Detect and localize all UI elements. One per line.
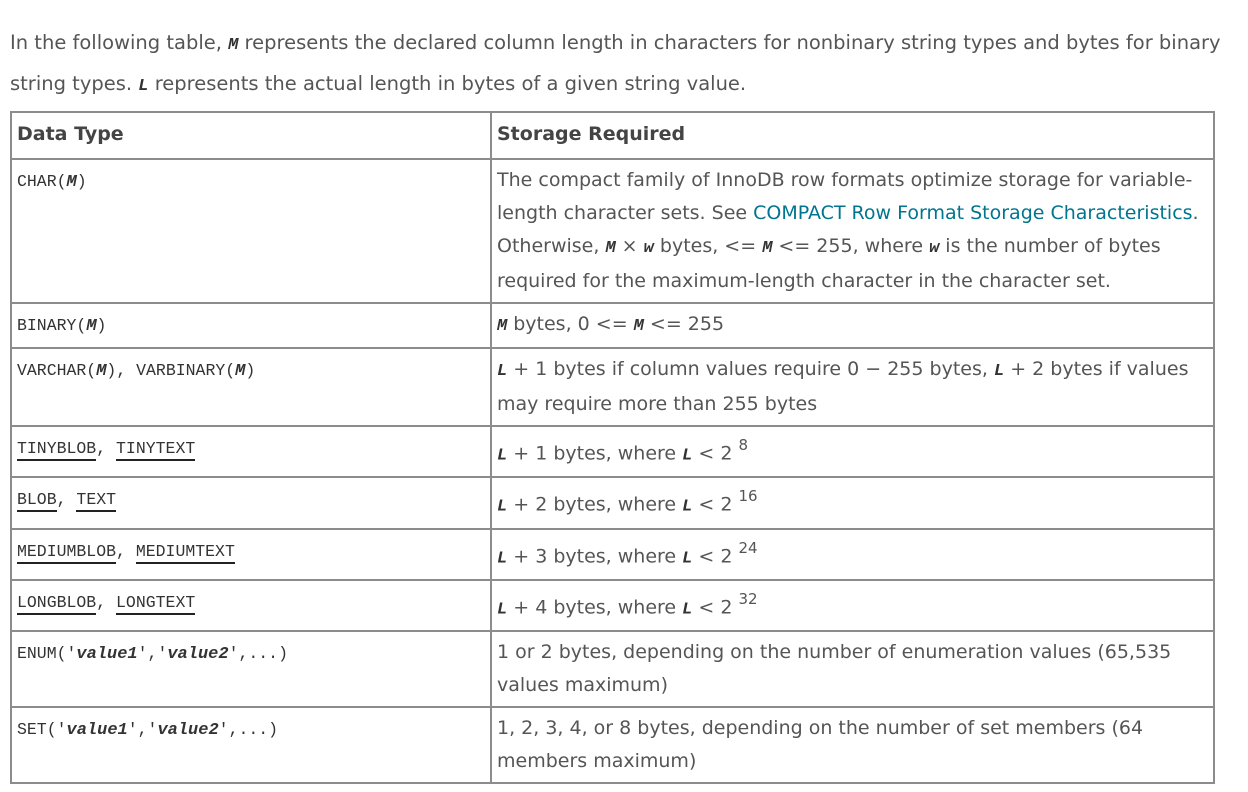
- data-type-cell: CHAR(M): [10, 158, 492, 304]
- header-storage-required: Storage Required: [490, 111, 1215, 160]
- intro-text-1: In the following table,: [10, 30, 229, 54]
- type-code: CHAR(M): [17, 172, 87, 192]
- var-value1: value1: [66, 721, 128, 741]
- type-code: BINARY(M): [17, 316, 107, 336]
- var-m: M: [235, 362, 246, 381]
- separator: ,: [96, 439, 117, 458]
- type-code: SET('value1','value2',...): [17, 720, 279, 741]
- table-row-char: CHAR(M) The compact family of InnoDB row…: [10, 158, 1215, 304]
- exponent: 8: [738, 436, 749, 454]
- table-row-tiny: TINYBLOB, TINYTEXT L + 1 bytes, where L …: [10, 424, 1215, 479]
- intro-text-3: represents the actual length in bytes of…: [148, 71, 747, 95]
- var-l: L: [497, 362, 508, 381]
- intro-paragraph: In the following table, M represents the…: [10, 24, 1230, 106]
- var-m: M: [633, 317, 644, 336]
- storage-requirements-table: Data Type Storage Required CHAR(M) The c…: [10, 111, 1215, 785]
- longtext-link[interactable]: LONGTEXT: [116, 592, 196, 615]
- var-l: L: [682, 497, 693, 517]
- data-type-cell: ENUM('value1','value2',...): [10, 630, 492, 709]
- storage-cell: 1, 2, 3, 4, or 8 bytes, depending on the…: [490, 706, 1215, 785]
- var-m: M: [605, 239, 616, 258]
- compact-row-format-link[interactable]: COMPACT Row Format Storage Characteristi…: [753, 202, 1192, 224]
- table-row-medium: MEDIUMBLOB, MEDIUMTEXT L + 3 bytes, wher…: [10, 527, 1215, 581]
- var-m: M: [66, 173, 77, 192]
- exponent: 32: [738, 589, 758, 608]
- storage-cell: The compact family of InnoDB row formats…: [490, 158, 1215, 304]
- data-type-cell: SET('value1','value2',...): [10, 706, 492, 785]
- separator: ,: [116, 541, 136, 561]
- storage-cell: L + 3 bytes, where L < 2 24: [490, 527, 1215, 581]
- var-l: L: [682, 446, 693, 466]
- var-l: L: [682, 548, 693, 568]
- table-row-varchar: VARCHAR(M), VARBINARY(M) L + 1 bytes if …: [10, 347, 1215, 427]
- var-w: w: [929, 239, 940, 258]
- separator: ,: [56, 490, 77, 510]
- var-l: L: [497, 497, 508, 517]
- var-l: L: [497, 600, 508, 620]
- storage-cell: L + 2 bytes, where L < 2 16: [490, 476, 1215, 530]
- blob-link[interactable]: BLOB: [17, 490, 57, 513]
- mediumtext-link[interactable]: MEDIUMTEXT: [135, 541, 235, 564]
- tinyblob-link[interactable]: TINYBLOB: [17, 439, 97, 461]
- text-link[interactable]: TEXT: [76, 490, 117, 513]
- table-header-row: Data Type Storage Required: [10, 111, 1215, 160]
- var-value2: value2: [167, 645, 229, 665]
- exponent: 16: [738, 487, 758, 506]
- type-code: VARCHAR(M), VARBINARY(M): [17, 361, 256, 381]
- var-m: M: [96, 362, 107, 381]
- table-row-set: SET('value1','value2',...) 1, 2, 3, 4, o…: [10, 706, 1215, 785]
- storage-cell: L + 1 bytes if column values require 0 −…: [490, 347, 1215, 427]
- data-type-cell: VARCHAR(M), VARBINARY(M): [10, 347, 492, 427]
- table-row-enum: ENUM('value1','value2',...) 1 or 2 bytes…: [10, 630, 1215, 709]
- data-type-cell: MEDIUMBLOB, MEDIUMTEXT: [10, 527, 492, 581]
- header-data-type: Data Type: [10, 111, 492, 160]
- table-row-blob: BLOB, TEXT L + 2 bytes, where L < 2 16: [10, 476, 1215, 530]
- var-value2: value2: [157, 721, 219, 741]
- var-value1: value1: [76, 645, 138, 665]
- tinytext-link[interactable]: TINYTEXT: [116, 439, 196, 461]
- storage-cell: 1 or 2 bytes, depending on the number of…: [490, 630, 1215, 709]
- var-w: w: [643, 239, 654, 258]
- longblob-link[interactable]: LONGBLOB: [17, 592, 97, 615]
- separator: ,: [96, 592, 117, 612]
- var-l: L: [682, 600, 693, 620]
- type-code: ENUM('value1','value2',...): [17, 644, 288, 665]
- var-m: M: [497, 317, 508, 336]
- table-row-long: LONGBLOB, LONGTEXT L + 4 bytes, where L …: [10, 578, 1215, 633]
- var-m: M: [762, 239, 773, 258]
- data-type-cell: BINARY(M): [10, 302, 492, 349]
- table-row-binary: BINARY(M) M bytes, 0 <= M <= 255: [10, 302, 1215, 349]
- data-type-cell: TINYBLOB, TINYTEXT: [10, 424, 492, 479]
- var-m: M: [228, 35, 239, 55]
- storage-cell: L + 1 bytes, where L < 2 8: [490, 424, 1215, 479]
- var-l: L: [993, 362, 1005, 381]
- var-l: L: [138, 76, 149, 96]
- exponent: 24: [738, 538, 758, 557]
- var-l: L: [497, 446, 508, 466]
- data-type-cell: BLOB, TEXT: [10, 476, 492, 530]
- data-type-cell: LONGBLOB, LONGTEXT: [10, 578, 492, 633]
- mediumblob-link[interactable]: MEDIUMBLOB: [17, 541, 117, 564]
- storage-cell: L + 4 bytes, where L < 2 32: [490, 578, 1215, 633]
- var-l: L: [497, 548, 508, 568]
- storage-cell: M bytes, 0 <= M <= 255: [490, 302, 1215, 349]
- var-m: M: [86, 317, 97, 336]
